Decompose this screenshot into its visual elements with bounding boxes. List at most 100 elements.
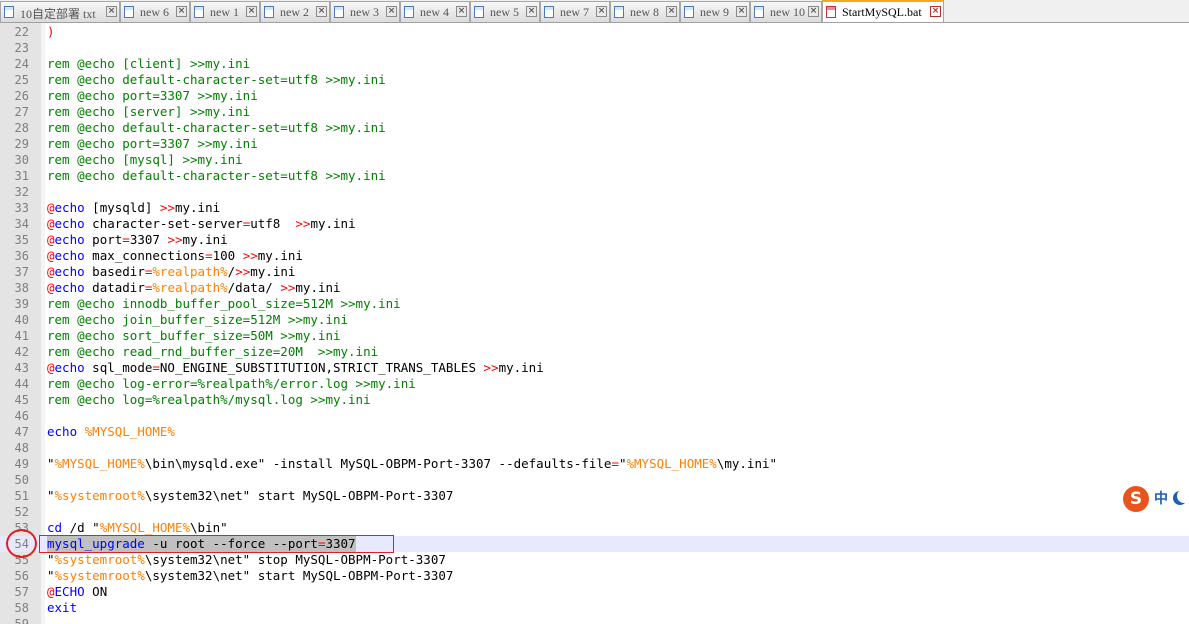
code-line[interactable]: 58 exit bbox=[0, 600, 1189, 616]
code-line[interactable]: 27 rem @echo [server] >>my.ini bbox=[0, 104, 1189, 120]
close-tab-icon[interactable]: × bbox=[386, 6, 397, 17]
code-text[interactable]: exit bbox=[47, 600, 77, 616]
code-line[interactable]: 41 rem @echo sort_buffer_size=50M >>my.in… bbox=[0, 328, 1189, 344]
code-line[interactable]: 45 rem @echo log=%realpath%/mysql.log >>m… bbox=[0, 392, 1189, 408]
code-line[interactable]: 44 rem @echo log-error=%realpath%/error.l… bbox=[0, 376, 1189, 392]
code-text[interactable]: @echo [mysqld] >>my.ini bbox=[47, 200, 220, 216]
tab-12[interactable]: StartMySQL.bat × bbox=[822, 0, 944, 22]
tab-4[interactable]: new 2 × bbox=[260, 1, 330, 22]
close-tab-icon[interactable]: × bbox=[736, 6, 747, 17]
tab-7[interactable]: new 5 × bbox=[470, 1, 540, 22]
code-text[interactable]: cd /d "%MYSQL_HOME%\bin" bbox=[47, 520, 228, 536]
code-line[interactable]: 29 rem @echo port=3307 >>my.ini bbox=[0, 136, 1189, 152]
code-line[interactable]: 55 "%systemroot%\system32\net" stop MySQL… bbox=[0, 552, 1189, 568]
code-text[interactable]: @echo port=3307 >>my.ini bbox=[47, 232, 228, 248]
tab-9[interactable]: new 8 × bbox=[610, 1, 680, 22]
code-text[interactable]: "%systemroot%\system32\net" start MySQL-… bbox=[47, 488, 453, 504]
code-line[interactable]: 56 "%systemroot%\system32\net" start MySQ… bbox=[0, 568, 1189, 584]
code-text[interactable]: rem @echo [server] >>my.ini bbox=[47, 104, 250, 120]
code-line[interactable]: 30 rem @echo [mysql] >>my.ini bbox=[0, 152, 1189, 168]
code-line[interactable]: 51 "%systemroot%\system32\net" start MySQ… bbox=[0, 488, 1189, 504]
close-tab-icon[interactable]: × bbox=[176, 6, 187, 17]
code-text[interactable]: rem @echo [mysql] >>my.ini bbox=[47, 152, 243, 168]
code-line[interactable]: 39 rem @echo innodb_buffer_pool_size=512M… bbox=[0, 296, 1189, 312]
code-line[interactable]: 46 bbox=[0, 408, 1189, 424]
code-line[interactable]: 32 bbox=[0, 184, 1189, 200]
code-line[interactable]: 28 rem @echo default-character-set=utf8 >… bbox=[0, 120, 1189, 136]
tab-2[interactable]: new 6 × bbox=[120, 1, 190, 22]
tab-1[interactable]: 10自定部署 txt × bbox=[0, 1, 120, 22]
close-tab-icon[interactable]: × bbox=[808, 6, 819, 17]
code-line[interactable]: 53 cd /d "%MYSQL_HOME%\bin" bbox=[0, 520, 1189, 536]
code-line[interactable]: 57 @ECHO ON bbox=[0, 584, 1189, 600]
code-line[interactable]: 24 rem @echo [client] >>my.ini bbox=[0, 56, 1189, 72]
code-text[interactable]: @echo character-set-server=utf8 >>my.ini bbox=[47, 216, 356, 232]
line-number: 34 bbox=[14, 217, 29, 231]
token-default: max_connections bbox=[84, 248, 206, 263]
code-text[interactable]: rem @echo log-error=%realpath%/error.log… bbox=[47, 376, 416, 392]
code-text[interactable]: rem @echo default-character-set=utf8 >>m… bbox=[47, 120, 386, 136]
code-line[interactable]: 48 bbox=[0, 440, 1189, 456]
code-line[interactable]: 49 "%MYSQL_HOME%\bin\mysqld.exe" -install… bbox=[0, 456, 1189, 472]
code-text[interactable]: rem @echo sort_buffer_size=50M >>my.ini bbox=[47, 328, 341, 344]
tab-11[interactable]: new 10 × bbox=[750, 1, 822, 22]
code-line[interactable]: 36 @echo max_connections=100 >>my.ini bbox=[0, 248, 1189, 264]
code-line[interactable]: 34 @echo character-set-server=utf8 >>my.i… bbox=[0, 216, 1189, 232]
close-tab-icon[interactable]: × bbox=[666, 6, 677, 17]
code-text[interactable]: @echo datadir=%realpath%/data/ >>my.ini bbox=[47, 280, 341, 296]
code-line[interactable]: 40 rem @echo join_buffer_size=512M >>my.i… bbox=[0, 312, 1189, 328]
code-line[interactable]: 26 rem @echo port=3307 >>my.ini bbox=[0, 88, 1189, 104]
close-tab-icon[interactable]: × bbox=[456, 6, 467, 17]
code-line[interactable]: 42 rem @echo read_rnd_buffer_size=20M >>m… bbox=[0, 344, 1189, 360]
tab-5[interactable]: new 3 × bbox=[330, 1, 400, 22]
code-line[interactable]: 33 @echo [mysqld] >>my.ini bbox=[0, 200, 1189, 216]
code-text[interactable]: "%MYSQL_HOME%\bin\mysqld.exe" -install M… bbox=[47, 456, 777, 472]
code-line[interactable]: 37 @echo basedir=%realpath%/>>my.ini bbox=[0, 264, 1189, 280]
code-line[interactable]: 22) bbox=[0, 24, 1189, 40]
ime-toolbar[interactable]: S 中 bbox=[1121, 484, 1189, 512]
close-tab-icon[interactable]: × bbox=[316, 6, 327, 17]
code-line[interactable]: 47 echo %MYSQL_HOME% bbox=[0, 424, 1189, 440]
close-tab-icon[interactable]: × bbox=[526, 6, 537, 17]
code-text[interactable]: rem @echo default-character-set=utf8 >>m… bbox=[47, 72, 386, 88]
code-text[interactable]: @ECHO ON bbox=[47, 584, 107, 600]
tab-3[interactable]: new 1 × bbox=[190, 1, 260, 22]
close-tab-icon[interactable]: × bbox=[930, 6, 941, 17]
code-text[interactable]: rem @echo port=3307 >>my.ini bbox=[47, 136, 258, 152]
code-editor[interactable]: 22) 23 24 rem @echo [client] >>my.ini 25 rem … bbox=[0, 23, 1189, 624]
code-line[interactable]: 50 bbox=[0, 472, 1189, 488]
moon-icon[interactable] bbox=[1177, 489, 1189, 503]
code-text[interactable]: @echo basedir=%realpath%/>>my.ini bbox=[47, 264, 295, 280]
close-tab-icon[interactable]: × bbox=[106, 6, 117, 17]
tab-10[interactable]: new 9 × bbox=[680, 1, 750, 22]
code-line[interactable]: 35 @echo port=3307 >>my.ini bbox=[0, 232, 1189, 248]
code-line[interactable]: 23 bbox=[0, 40, 1189, 56]
code-text[interactable]: rem @echo port=3307 >>my.ini bbox=[47, 88, 258, 104]
code-lines[interactable]: 22) 23 24 rem @echo [client] >>my.ini 25 rem … bbox=[0, 24, 1189, 624]
code-line[interactable]: 59 bbox=[0, 616, 1189, 624]
code-line[interactable]: 38 @echo datadir=%realpath%/data/ >>my.in… bbox=[0, 280, 1189, 296]
code-text[interactable]: rem @echo [client] >>my.ini bbox=[47, 56, 250, 72]
tab-6[interactable]: new 4 × bbox=[400, 1, 470, 22]
code-text[interactable]: @echo sql_mode=NO_ENGINE_SUBSTITUTION,ST… bbox=[47, 360, 544, 376]
ime-language-toggle[interactable]: 中 bbox=[1154, 488, 1168, 508]
close-tab-icon[interactable]: × bbox=[246, 6, 257, 17]
code-text[interactable]: @echo max_connections=100 >>my.ini bbox=[47, 248, 303, 264]
code-text[interactable]: "%systemroot%\system32\net" start MySQL-… bbox=[47, 568, 453, 584]
sogou-logo-icon[interactable]: S bbox=[1123, 486, 1149, 512]
code-text[interactable]: "%systemroot%\system32\net" stop MySQL-O… bbox=[47, 552, 446, 568]
line-number: 48 bbox=[14, 441, 29, 455]
code-text[interactable]: ) bbox=[47, 24, 55, 40]
close-tab-icon[interactable]: × bbox=[596, 6, 607, 17]
tab-8[interactable]: new 7 × bbox=[540, 1, 610, 22]
code-text[interactable]: rem @echo join_buffer_size=512M >>my.ini bbox=[47, 312, 348, 328]
code-line[interactable]: 43 @echo sql_mode=NO_ENGINE_SUBSTITUTION,… bbox=[0, 360, 1189, 376]
code-line[interactable]: 25 rem @echo default-character-set=utf8 >… bbox=[0, 72, 1189, 88]
code-text[interactable]: rem @echo log=%realpath%/mysql.log >>my.… bbox=[47, 392, 371, 408]
code-text[interactable]: rem @echo default-character-set=utf8 >>m… bbox=[47, 168, 386, 184]
code-text[interactable]: rem @echo innodb_buffer_pool_size=512M >… bbox=[47, 296, 401, 312]
code-line[interactable]: 31 rem @echo default-character-set=utf8 >… bbox=[0, 168, 1189, 184]
code-text[interactable]: rem @echo read_rnd_buffer_size=20M >>my.… bbox=[47, 344, 378, 360]
code-line[interactable]: 52 bbox=[0, 504, 1189, 520]
code-text[interactable]: echo %MYSQL_HOME% bbox=[47, 424, 175, 440]
